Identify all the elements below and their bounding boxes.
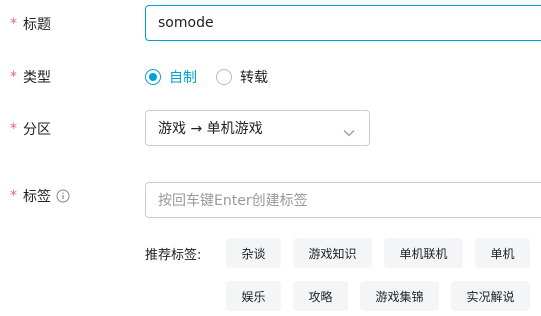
required-mark: *	[10, 69, 17, 85]
radio-unchecked-icon	[216, 69, 232, 85]
category-label-text: 分区	[23, 122, 51, 138]
required-mark: *	[10, 121, 17, 137]
type-radio-original-label: 自制	[169, 70, 197, 86]
recommended-tag[interactable]: 游戏集锦	[360, 281, 439, 311]
recommended-tags-label: 推荐标签:	[145, 248, 202, 263]
radio-checked-icon	[145, 69, 161, 85]
tags-label-text: 标签	[23, 189, 51, 205]
title-label: * 标题	[10, 14, 51, 34]
type-radio-repost-label: 转载	[240, 70, 268, 86]
type-label: * 类型	[10, 67, 51, 87]
chevron-down-icon	[343, 125, 355, 141]
title-label-text: 标题	[23, 17, 51, 33]
recommended-tag[interactable]: 单机	[475, 238, 530, 268]
category-select[interactable]: 游戏 → 单机游戏	[145, 110, 370, 146]
title-input[interactable]: somode	[145, 5, 541, 41]
recommended-tag[interactable]: 娱乐	[226, 281, 281, 311]
info-circle-icon[interactable]	[56, 189, 70, 203]
recommended-tag[interactable]: 实况解说	[451, 281, 530, 311]
tags-label: * 标签	[10, 186, 70, 206]
type-radio-repost[interactable]: 转载	[216, 67, 268, 87]
category-select-value: 游戏 → 单机游戏	[158, 121, 263, 137]
recommended-tag[interactable]: 单机联机	[384, 238, 463, 268]
tag-input-placeholder: 按回车键Enter创建标签	[158, 193, 308, 209]
required-mark: *	[10, 16, 17, 32]
tag-input[interactable]: 按回车键Enter创建标签	[145, 182, 541, 218]
recommended-tag[interactable]: 游戏知识	[293, 238, 372, 268]
required-mark: *	[10, 188, 17, 204]
recommended-tag[interactable]: 杂谈	[226, 238, 281, 268]
category-label: * 分区	[10, 119, 51, 139]
title-input-value: somode	[158, 15, 214, 31]
recommended-tag[interactable]: 攻略	[293, 281, 348, 311]
type-radio-original[interactable]: 自制	[145, 67, 197, 87]
type-label-text: 类型	[23, 70, 51, 86]
